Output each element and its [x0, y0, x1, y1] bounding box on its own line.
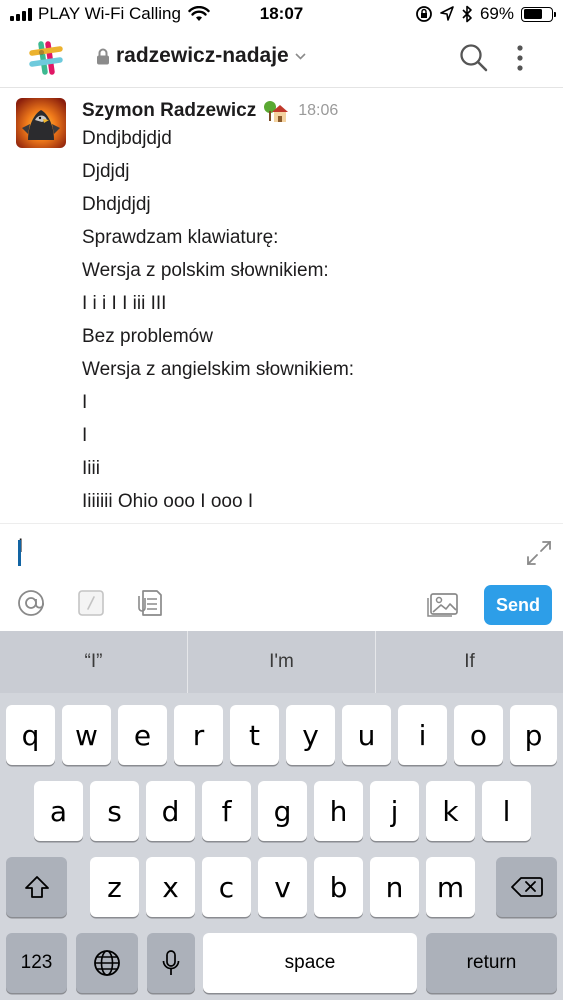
slack-logo-icon[interactable]: [26, 38, 66, 78]
channel-name: radzewicz-nadaje: [116, 44, 289, 67]
globe-icon: [94, 950, 120, 976]
message-line: I: [82, 392, 88, 413]
key-c[interactable]: c: [202, 857, 251, 917]
message-line: Dndjbdjdjd: [82, 128, 172, 149]
send-button[interactable]: Send: [484, 585, 552, 625]
prediction-item[interactable]: If: [376, 631, 563, 693]
backspace-key[interactable]: [496, 857, 557, 917]
space-key[interactable]: space: [203, 933, 417, 993]
message-input[interactable]: I: [0, 524, 563, 580]
key-n[interactable]: n: [370, 857, 419, 917]
message-header: Szymon Radzewicz 18:06: [82, 98, 338, 124]
status-bar: PLAY Wi-Fi Calling 18:07 69%: [0, 0, 563, 30]
more-options-icon[interactable]: [508, 42, 532, 74]
key-j[interactable]: j: [370, 781, 419, 841]
battery-fill: [523, 9, 543, 19]
key-x[interactable]: x: [146, 857, 195, 917]
battery-percent: 69%: [479, 4, 514, 23]
shift-icon: [24, 876, 49, 898]
key-v[interactable]: v: [258, 857, 307, 917]
lock-icon: [97, 48, 109, 64]
key-g[interactable]: g: [258, 781, 307, 841]
message-line: Iiiiiii Ohio ooo I ooo I: [82, 491, 254, 512]
key-z[interactable]: z: [90, 857, 139, 917]
message-body: Dndjbdjdjd Djdjdj Dhdjdjdj Sprawdzam kla…: [82, 122, 354, 518]
message-line: Dhdjdjdj: [82, 194, 151, 215]
key-i[interactable]: i: [398, 705, 447, 765]
message-line: Iiii: [82, 458, 100, 479]
channel-header: radzewicz-nadaje: [0, 30, 563, 88]
composer-toolbar: [0, 580, 563, 632]
message-line: Wersja z angielskim słownikiem:: [82, 359, 355, 380]
backspace-icon: [510, 877, 543, 897]
keyboard: “I” I'm If q w e r t y u i o p a s d f g…: [0, 631, 563, 1000]
message-composer: I: [0, 523, 563, 631]
key-y[interactable]: y: [286, 705, 335, 765]
message-line: Wersja z polskim słownikiem:: [82, 260, 329, 281]
status-right: 69%: [415, 4, 556, 24]
key-f[interactable]: f: [202, 781, 251, 841]
search-icon[interactable]: [458, 42, 490, 74]
message-timestamp: 18:06: [298, 102, 339, 119]
key-d[interactable]: d: [146, 781, 195, 841]
message: Szymon Radzewicz 18:06 Dndjbdjdjd Djdjdj…: [0, 88, 563, 523]
house-tree-emoji-icon: [264, 101, 289, 122]
slash-command-icon[interactable]: [76, 588, 106, 618]
key-u[interactable]: u: [342, 705, 391, 765]
key-b[interactable]: b: [314, 857, 363, 917]
attach-file-icon[interactable]: [135, 588, 165, 618]
expand-icon[interactable]: [526, 540, 552, 566]
numbers-key[interactable]: 123: [6, 933, 67, 993]
key-q[interactable]: q: [6, 705, 55, 765]
dictation-key[interactable]: [147, 933, 195, 993]
prediction-bar: “I” I'm If: [0, 631, 563, 693]
key-p[interactable]: p: [510, 705, 557, 765]
microphone-icon: [162, 950, 180, 975]
chevron-down-icon: [295, 52, 306, 60]
key-a[interactable]: a: [34, 781, 83, 841]
key-m[interactable]: m: [426, 857, 475, 917]
key-s[interactable]: s: [90, 781, 139, 841]
key-t[interactable]: t: [230, 705, 279, 765]
key-o[interactable]: o: [454, 705, 503, 765]
prediction-item[interactable]: I'm: [188, 631, 376, 693]
channel-title[interactable]: radzewicz-nadaje: [96, 44, 306, 68]
location-icon: [440, 6, 454, 21]
battery-icon: [521, 6, 556, 22]
return-key[interactable]: return: [426, 933, 557, 993]
photo-icon[interactable]: [426, 588, 460, 618]
key-r[interactable]: r: [174, 705, 223, 765]
shift-key[interactable]: [6, 857, 67, 917]
key-h[interactable]: h: [314, 781, 363, 841]
key-l[interactable]: l: [482, 781, 531, 841]
message-line: Djdjdj: [82, 161, 130, 182]
key-k[interactable]: k: [426, 781, 475, 841]
bluetooth-icon: [462, 5, 472, 23]
globe-key[interactable]: [76, 933, 138, 993]
message-line: I i i I I iii III: [82, 293, 167, 314]
message-line: Bez problemów: [82, 326, 213, 347]
message-line: I: [82, 425, 88, 446]
text-caret: [18, 540, 21, 566]
rotation-lock-icon: [416, 6, 432, 22]
author-name[interactable]: Szymon Radzewicz: [82, 100, 256, 122]
key-e[interactable]: e: [118, 705, 167, 765]
key-w[interactable]: w: [62, 705, 111, 765]
message-line: Sprawdzam klawiaturę:: [82, 227, 279, 248]
avatar[interactable]: [16, 98, 66, 148]
prediction-item[interactable]: “I”: [0, 631, 188, 693]
mention-icon[interactable]: [16, 588, 46, 618]
